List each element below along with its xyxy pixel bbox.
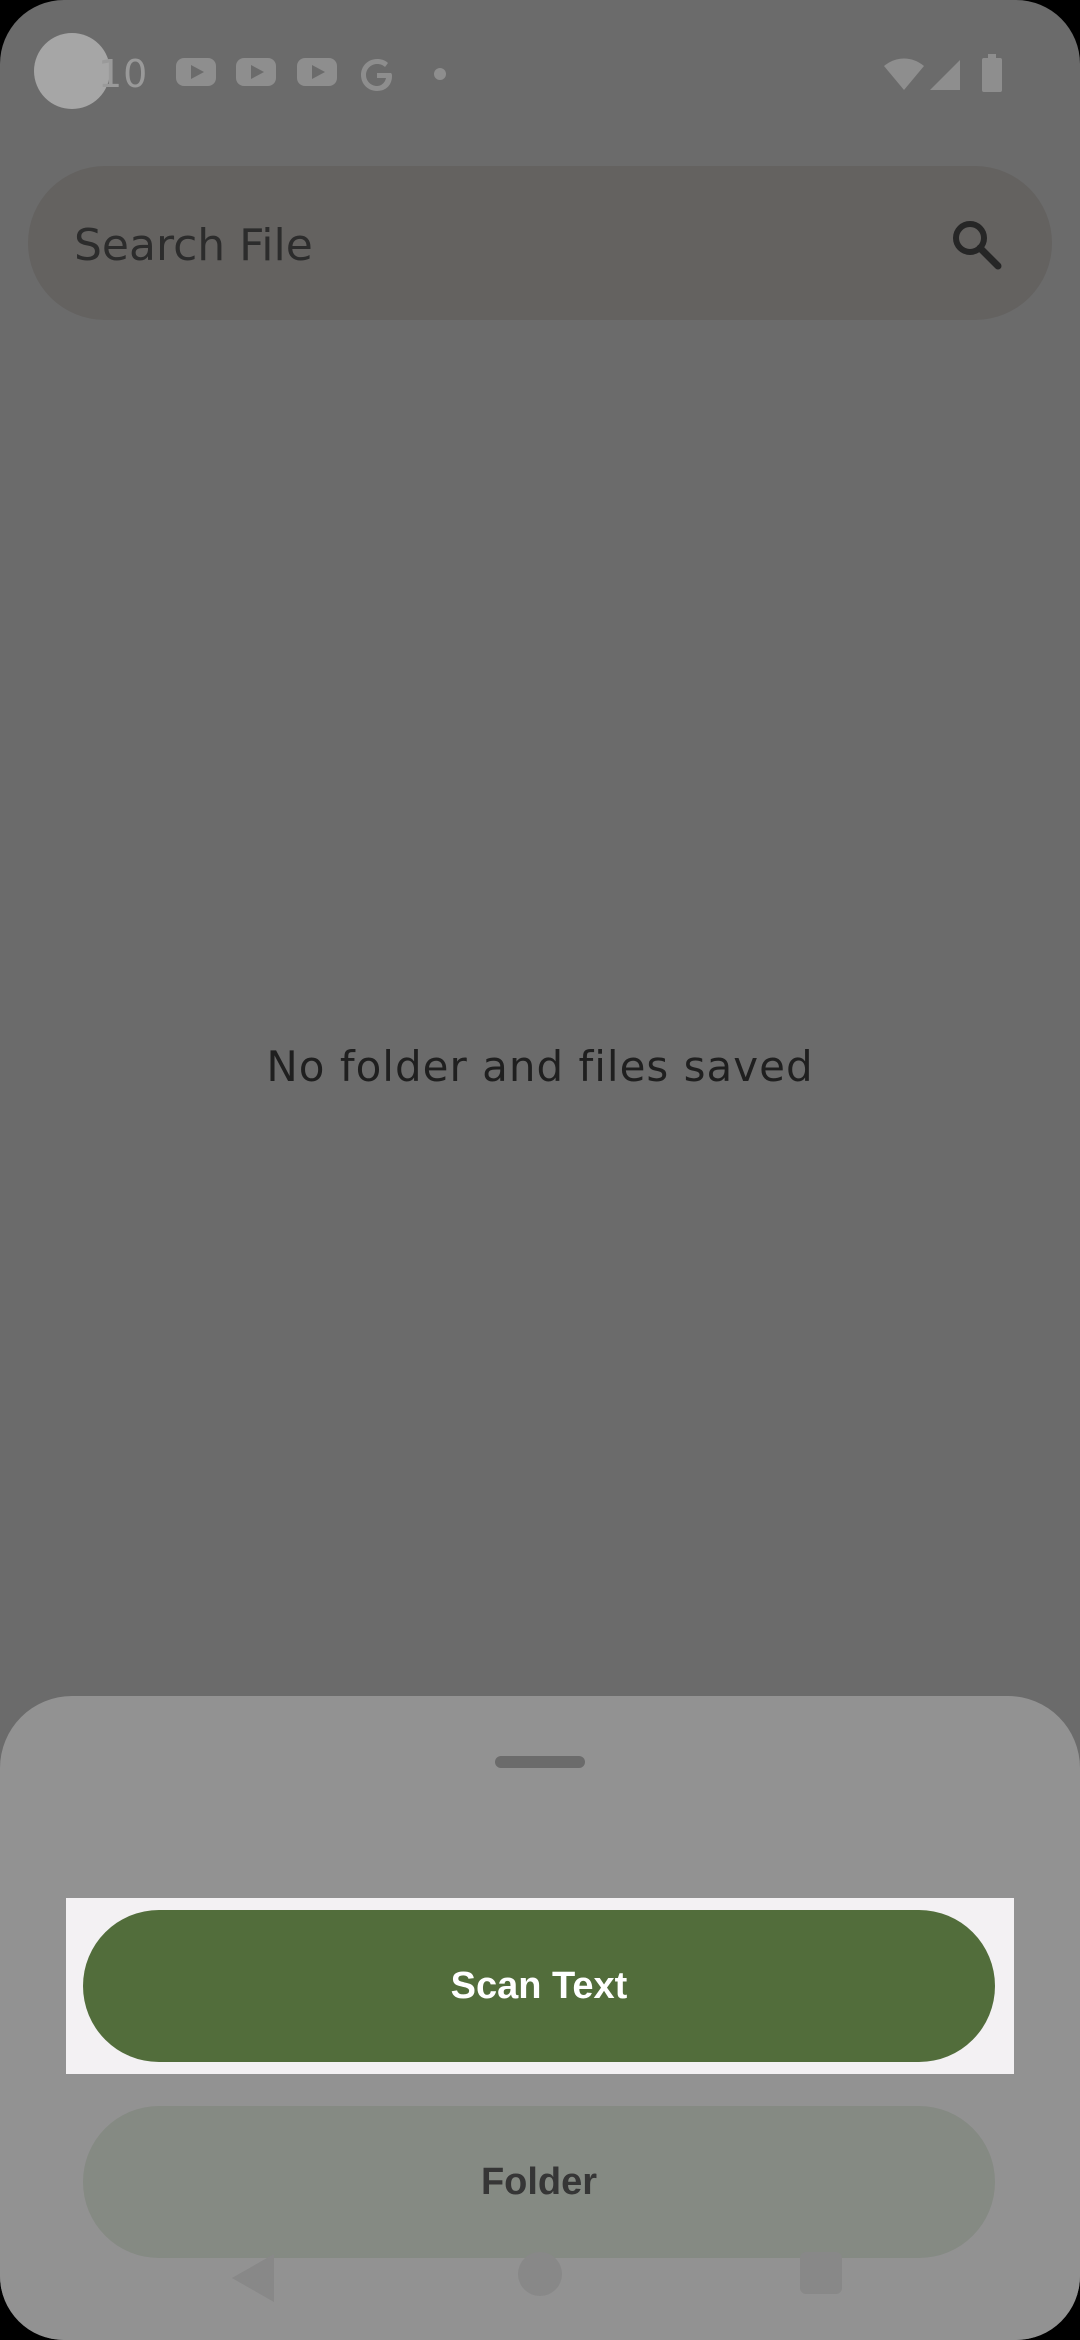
- folder-label: Folder: [480, 2160, 598, 2203]
- youtube-icon: [297, 58, 337, 86]
- status-bar: 10: [0, 0, 1080, 150]
- search-input-placeholder[interactable]: Search File: [74, 220, 313, 271]
- drag-handle[interactable]: [495, 1756, 585, 1768]
- status-time: 10: [98, 52, 149, 96]
- search-bar[interactable]: Search File: [28, 166, 1052, 320]
- dot-icon: [434, 68, 446, 80]
- youtube-icon: [236, 58, 276, 86]
- back-icon[interactable]: [232, 2254, 274, 2302]
- scan-text-label: Scan Text: [450, 1964, 628, 2007]
- battery-icon: [982, 54, 1002, 92]
- bottom-sheet: Scan Text Folder: [0, 1696, 1080, 2340]
- home-icon[interactable]: [518, 2252, 562, 2296]
- signal-icon: [930, 60, 960, 90]
- youtube-icon: [176, 58, 216, 86]
- screen: 10 Search File No folder and files saved: [0, 0, 1080, 2340]
- scan-text-button[interactable]: Scan Text: [83, 1910, 995, 2062]
- scan-button-highlight: Scan Text: [66, 1898, 1014, 2074]
- folder-button[interactable]: Folder: [83, 2106, 995, 2258]
- empty-state-message: No folder and files saved: [266, 1042, 814, 1091]
- search-icon[interactable]: [948, 216, 1004, 272]
- wifi-icon: [884, 58, 924, 90]
- google-icon: [361, 59, 392, 91]
- recents-icon[interactable]: [800, 2252, 842, 2294]
